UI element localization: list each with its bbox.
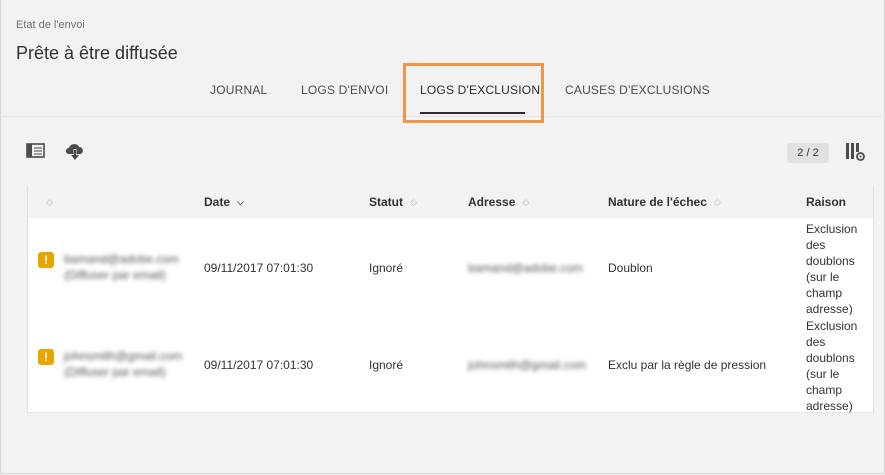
breadcrumb: Etat de l'envoi (16, 19, 85, 31)
column-header-nature[interactable]: Nature de l'échec ◇ (608, 195, 721, 209)
column-label: Statut (369, 195, 403, 209)
row-failure-nature: Doublon (608, 261, 653, 275)
sort-icon: ◇ (713, 197, 721, 207)
pagination-indicator: 2 / 2 (787, 143, 829, 163)
column-header-date[interactable]: Date ⌵ (204, 195, 244, 209)
table-row[interactable]: ! bamand@adobe.com (Diffuser par email) … (28, 218, 873, 316)
recipient-channel: (Diffuser par email) (64, 268, 166, 282)
column-header-raison[interactable]: Raison (806, 195, 846, 209)
column-label: Nature de l'échec (608, 195, 707, 209)
sort-desc-icon: ⌵ (237, 197, 244, 207)
row-status: Ignoré (369, 261, 404, 275)
row-address: bamand@adobe.com (468, 261, 583, 275)
page-title: Prête à être diffusée (16, 43, 178, 63)
sort-icon: ◇ (522, 197, 530, 207)
recipient-channel: (Diffuser par email) (64, 365, 166, 379)
column-settings-icon[interactable] (845, 141, 865, 161)
column-label: Date (204, 195, 231, 209)
exclusion-logs-table: ◇ Date ⌵ Statut ◇ Adresse ◇ Nature de l'éch… (27, 186, 874, 413)
column-label: Adresse (468, 195, 516, 209)
cloud-download-icon[interactable] (64, 141, 84, 161)
row-reason: Exclusion des doublons (sur le champ adr… (806, 222, 858, 316)
row-status: Ignoré (369, 358, 404, 372)
table-header: ◇ Date ⌵ Statut ◇ Adresse ◇ Nature de l'éch… (28, 186, 873, 218)
row-date: 09/11/2017 07:01:30 (204, 358, 314, 372)
row-reason: Exclusion des doublons (sur le champ adr… (806, 319, 858, 413)
panel-toggle-icon[interactable] (26, 141, 46, 161)
sort-icon: ◇ (46, 197, 53, 207)
column-header-adresse[interactable]: Adresse ◇ (468, 195, 529, 209)
recipient-email: bamand@adobe.com (64, 252, 179, 266)
tab-logs-envoi[interactable]: LOGS D'ENVOI (301, 83, 388, 97)
row-address: johnsmith@gmail.com (468, 358, 587, 372)
column-label: Raison (806, 195, 847, 209)
row-failure-nature: Exclu par la règle de pression (608, 358, 767, 372)
sort-icon: ◇ (410, 197, 417, 207)
warning-icon: ! (38, 252, 54, 268)
column-header-select[interactable]: ◇ (46, 195, 53, 209)
column-header-statut[interactable]: Statut ◇ (369, 195, 417, 209)
warning-icon: ! (38, 349, 54, 365)
row-date: 09/11/2017 07:01:30 (204, 261, 314, 275)
table-row[interactable]: ! johnsmith@gmail.com (Diffuser par emai… (28, 315, 873, 413)
tab-journal[interactable]: JOURNAL (210, 83, 267, 97)
tab-causes-exclusions[interactable]: CAUSES D'EXCLUSIONS (565, 83, 710, 97)
recipient-email: johnsmith@gmail.com (64, 349, 183, 363)
highlight-annotation (403, 63, 544, 123)
